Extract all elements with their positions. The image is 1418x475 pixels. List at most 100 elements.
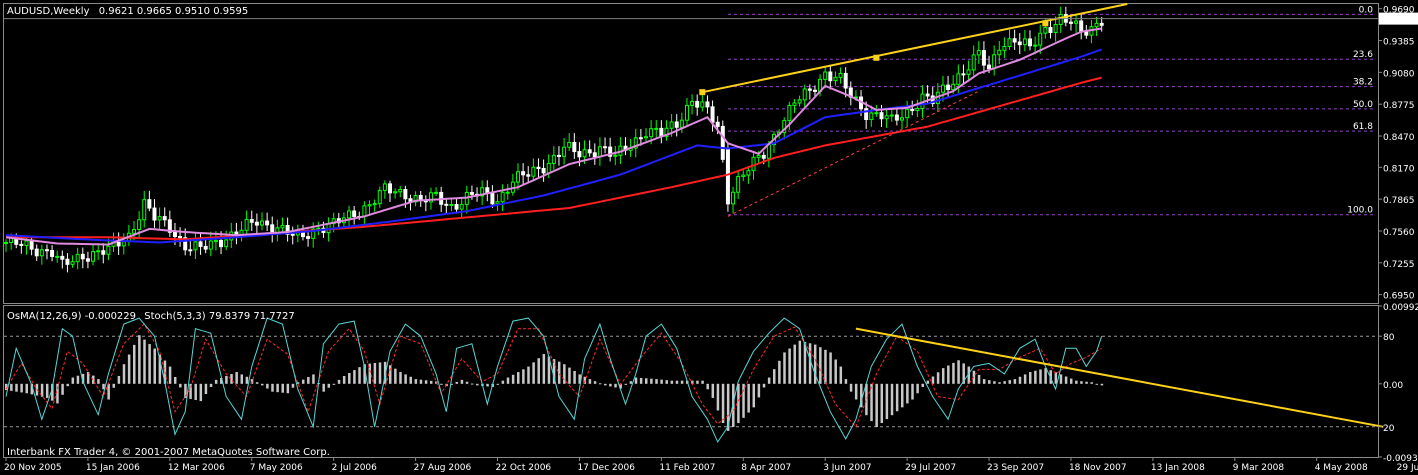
osma-bar[interactable] bbox=[107, 383, 110, 400]
osma-bar[interactable] bbox=[1059, 374, 1063, 384]
candle-body[interactable] bbox=[715, 121, 720, 127]
osma-bar[interactable] bbox=[281, 383, 284, 393]
osma-bar[interactable] bbox=[947, 365, 950, 384]
candle-body[interactable] bbox=[1028, 38, 1032, 47]
candle-body[interactable] bbox=[157, 216, 162, 221]
candle-body[interactable] bbox=[577, 151, 582, 158]
osma-bar[interactable] bbox=[568, 367, 571, 384]
candle-body[interactable] bbox=[4, 241, 8, 244]
osma-bar[interactable] bbox=[440, 383, 443, 385]
candle-body[interactable] bbox=[674, 121, 679, 128]
osma-bar[interactable] bbox=[506, 377, 510, 384]
osma-bar[interactable] bbox=[813, 344, 817, 384]
candle-body[interactable] bbox=[249, 218, 254, 223]
candle-body[interactable] bbox=[306, 236, 311, 239]
osma-bar[interactable] bbox=[496, 383, 500, 385]
osma-bar[interactable] bbox=[1003, 381, 1006, 384]
candle-body[interactable] bbox=[915, 107, 920, 112]
candle-body[interactable] bbox=[1033, 44, 1038, 47]
osma-bar[interactable] bbox=[598, 383, 602, 385]
osma-bar[interactable] bbox=[844, 379, 848, 384]
candle-body[interactable] bbox=[219, 239, 224, 248]
candle-body[interactable] bbox=[444, 203, 449, 206]
osma-bar[interactable] bbox=[199, 383, 203, 402]
candle-body[interactable] bbox=[50, 250, 55, 257]
osma-bar[interactable] bbox=[1090, 382, 1093, 384]
candle-body[interactable] bbox=[459, 203, 464, 210]
candle-body[interactable] bbox=[766, 144, 771, 159]
candle-body[interactable] bbox=[905, 108, 910, 119]
osma-bar[interactable] bbox=[399, 372, 402, 384]
candle-body[interactable] bbox=[536, 166, 541, 170]
osma-bar[interactable] bbox=[819, 347, 822, 384]
candle-body[interactable] bbox=[756, 154, 761, 158]
osma-bar[interactable] bbox=[419, 379, 423, 384]
candle-body[interactable] bbox=[546, 162, 551, 174]
osma-bar[interactable] bbox=[276, 383, 279, 393]
osma-bar[interactable] bbox=[880, 383, 884, 424]
osma-bar[interactable] bbox=[327, 383, 331, 388]
osma-bar[interactable] bbox=[875, 383, 878, 427]
osma-bar[interactable] bbox=[15, 383, 18, 392]
candle-body[interactable] bbox=[940, 84, 945, 93]
osma-bar[interactable] bbox=[901, 383, 904, 408]
candle-body[interactable] bbox=[24, 240, 29, 246]
candle-body[interactable] bbox=[162, 216, 167, 221]
candle-body[interactable] bbox=[80, 253, 85, 260]
osma-bar[interactable] bbox=[245, 376, 249, 384]
osma-bar[interactable] bbox=[342, 375, 346, 384]
osma-bar[interactable] bbox=[235, 372, 238, 384]
candle-body[interactable] bbox=[270, 224, 275, 234]
osma-bar[interactable] bbox=[696, 380, 699, 384]
osma-bar[interactable] bbox=[921, 383, 924, 387]
osma-bar[interactable] bbox=[20, 383, 23, 393]
candle-body[interactable] bbox=[638, 137, 643, 140]
osma-bar[interactable] bbox=[429, 380, 433, 384]
candle-body[interactable] bbox=[34, 248, 39, 257]
osma-bar[interactable] bbox=[45, 383, 49, 398]
osma-bar[interactable] bbox=[414, 379, 418, 384]
candle-body[interactable] bbox=[393, 191, 398, 194]
candle-body[interactable] bbox=[193, 241, 198, 251]
osma-bar[interactable] bbox=[941, 368, 945, 384]
candle-body[interactable] bbox=[659, 127, 664, 137]
osma-bar[interactable] bbox=[1075, 380, 1078, 384]
candle-body[interactable] bbox=[388, 183, 392, 194]
candle-body[interactable] bbox=[44, 249, 49, 252]
osma-bar[interactable] bbox=[194, 383, 197, 401]
osma-bar[interactable] bbox=[225, 375, 228, 384]
candle-body[interactable] bbox=[213, 239, 218, 242]
osma-bar[interactable] bbox=[138, 335, 141, 384]
candle-body[interactable] bbox=[403, 189, 408, 200]
candle-body[interactable] bbox=[761, 154, 766, 159]
candle-body[interactable] bbox=[290, 233, 295, 236]
candle-body[interactable] bbox=[700, 101, 705, 108]
osma-bar[interactable] bbox=[179, 383, 182, 388]
candle-body[interactable] bbox=[669, 121, 674, 129]
candle-body[interactable] bbox=[956, 73, 961, 85]
trendline-marker[interactable] bbox=[1042, 20, 1049, 27]
candle-body[interactable] bbox=[787, 104, 792, 122]
candle-body[interactable] bbox=[70, 261, 75, 265]
osma-bar[interactable] bbox=[71, 377, 75, 384]
osma-bar[interactable] bbox=[1044, 368, 1047, 384]
osma-bar[interactable] bbox=[168, 366, 172, 384]
osma-bar[interactable] bbox=[783, 352, 786, 384]
candle-body[interactable] bbox=[900, 117, 904, 121]
osma-bar[interactable] bbox=[389, 365, 392, 384]
osma-bar[interactable] bbox=[301, 379, 305, 384]
candle-body[interactable] bbox=[992, 54, 997, 70]
osma-bar[interactable] bbox=[455, 381, 459, 384]
candle-body[interactable] bbox=[39, 249, 44, 257]
osma-bar[interactable] bbox=[1095, 383, 1099, 385]
candle-body[interactable] bbox=[551, 154, 556, 164]
osma-bar[interactable] bbox=[537, 358, 540, 384]
candle-body[interactable] bbox=[521, 171, 526, 176]
candle-body[interactable] bbox=[592, 152, 597, 158]
candle-body[interactable] bbox=[382, 183, 387, 191]
candle-body[interactable] bbox=[910, 108, 915, 112]
osma-bar[interactable] bbox=[271, 383, 274, 392]
osma-bar[interactable] bbox=[1034, 370, 1037, 384]
candle-body[interactable] bbox=[946, 84, 951, 91]
osma-bar[interactable] bbox=[895, 383, 899, 412]
